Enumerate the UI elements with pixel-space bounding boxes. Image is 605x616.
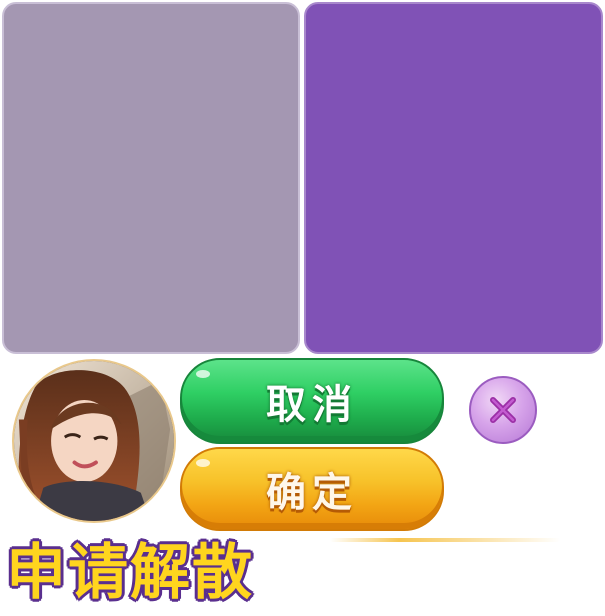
left-panel [2, 2, 300, 354]
dialog-title: 申请解散 [6, 538, 254, 608]
avatar [12, 359, 176, 523]
right-panel [304, 2, 603, 354]
close-button[interactable] [469, 376, 537, 444]
close-icon [490, 397, 516, 423]
cancel-button[interactable]: 取消 [180, 358, 444, 444]
confirm-button-label: 确定 [266, 470, 358, 516]
button-shine [196, 459, 210, 467]
confirm-button[interactable]: 确定 [180, 447, 444, 531]
title-light-streak [330, 538, 560, 542]
avatar-portrait-image [14, 361, 174, 521]
cancel-button-label: 取消 [266, 382, 358, 428]
button-shine [196, 370, 210, 378]
